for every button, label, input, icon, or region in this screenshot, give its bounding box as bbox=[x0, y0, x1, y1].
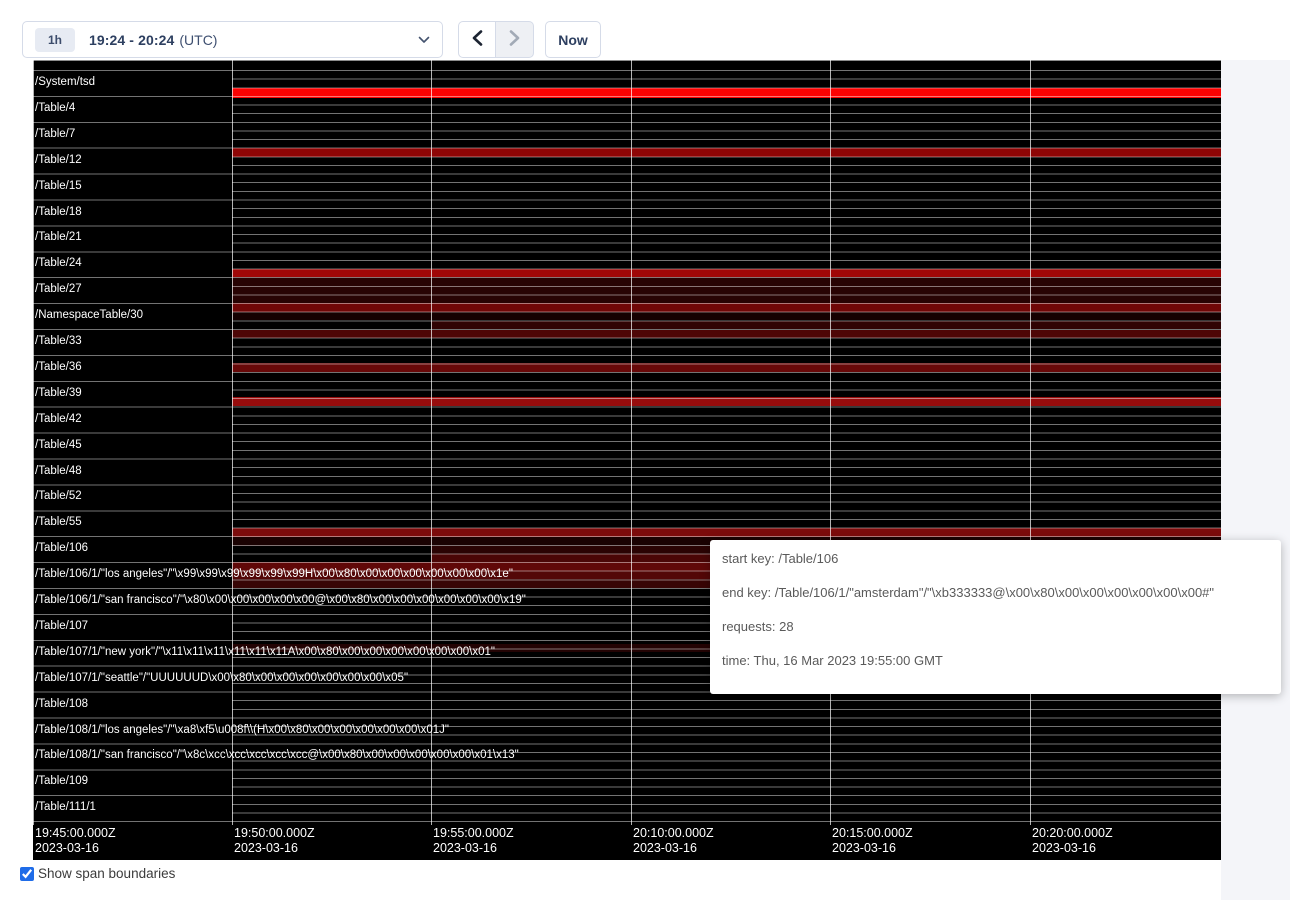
tick-time: 19:50:00.000Z bbox=[234, 826, 315, 841]
span-tooltip: start key: /Table/106 end key: /Table/10… bbox=[710, 540, 1281, 694]
span-label: /Table/108/1/"los angeles"/"\xa8\xf5\u00… bbox=[35, 724, 449, 737]
time-axis-tick: 20:20:00.000Z2023-03-16 bbox=[1032, 826, 1113, 856]
tooltip-start-key: start key: /Table/106 bbox=[722, 552, 1281, 566]
time-gridline bbox=[631, 60, 632, 825]
tick-time: 19:45:00.000Z bbox=[35, 826, 116, 841]
tick-date: 2023-03-16 bbox=[832, 841, 913, 856]
tick-time: 20:20:00.000Z bbox=[1032, 826, 1113, 841]
time-axis-tick: 19:45:00.000Z2023-03-16 bbox=[35, 826, 116, 856]
chevron-down-icon bbox=[418, 36, 430, 44]
span-label: /Table/106 bbox=[35, 542, 88, 555]
time-gridline bbox=[232, 60, 233, 825]
tick-time: 19:55:00.000Z bbox=[433, 826, 514, 841]
time-gridline bbox=[431, 60, 432, 825]
chart-top-boundary-line bbox=[33, 60, 1221, 61]
time-axis-tick: 20:10:00.000Z2023-03-16 bbox=[633, 826, 714, 856]
chevron-left-icon bbox=[472, 30, 483, 49]
span-label: /Table/55 bbox=[35, 516, 82, 529]
time-gridline bbox=[830, 60, 831, 825]
tooltip-requests: requests: 28 bbox=[722, 620, 1281, 634]
tick-date: 2023-03-16 bbox=[433, 841, 514, 856]
span-label: /Table/106/1/"los angeles"/"\x99\x99\x99… bbox=[35, 568, 513, 581]
time-axis-tick: 20:15:00.000Z2023-03-16 bbox=[832, 826, 913, 856]
time-nav-group bbox=[458, 21, 534, 58]
span-label: /Table/52 bbox=[35, 490, 82, 503]
span-label: /Table/4 bbox=[35, 102, 75, 115]
span-label: /Table/12 bbox=[35, 154, 82, 167]
span-label: /Table/107/1/"new york"/"\x11\x11\x11\x1… bbox=[35, 646, 495, 659]
span-label: /Table/24 bbox=[35, 257, 82, 270]
duration-badge: 1h bbox=[35, 28, 75, 52]
tick-date: 2023-03-16 bbox=[234, 841, 315, 856]
time-axis-tick: 19:55:00.000Z2023-03-16 bbox=[433, 826, 514, 856]
keyviz-chart[interactable]: /System/tsd/Table/4/Table/7/Table/12/Tab… bbox=[33, 60, 1221, 860]
span-label: /Table/45 bbox=[35, 439, 82, 452]
page-background-strip bbox=[1221, 60, 1290, 900]
tick-date: 2023-03-16 bbox=[35, 841, 116, 856]
span-label: /Table/42 bbox=[35, 413, 82, 426]
tick-date: 2023-03-16 bbox=[1032, 841, 1113, 856]
span-label: /Table/36 bbox=[35, 361, 82, 374]
span-label: /Table/39 bbox=[35, 387, 82, 400]
span-label: /Table/15 bbox=[35, 180, 82, 193]
span-label: /Table/108 bbox=[35, 698, 88, 711]
chevron-right-icon bbox=[509, 30, 520, 49]
show-span-boundaries-checkbox[interactable] bbox=[20, 867, 34, 881]
span-label: /Table/107 bbox=[35, 620, 88, 633]
span-label: /NamespaceTable/30 bbox=[35, 309, 143, 322]
span-label: /Table/21 bbox=[35, 231, 82, 244]
tick-time: 20:10:00.000Z bbox=[633, 826, 714, 841]
time-axis-tick: 19:50:00.000Z2023-03-16 bbox=[234, 826, 315, 856]
previous-window-button[interactable] bbox=[458, 21, 496, 58]
tooltip-time: time: Thu, 16 Mar 2023 19:55:00 GMT bbox=[722, 654, 1281, 668]
timezone-label: (UTC) bbox=[179, 32, 217, 48]
span-label: /Table/111/1 bbox=[35, 801, 96, 814]
tick-date: 2023-03-16 bbox=[633, 841, 714, 856]
span-label: /Table/107/1/"seattle"/"UUUUUUD\x00\x80\… bbox=[35, 672, 408, 685]
time-gridline bbox=[1030, 60, 1031, 825]
show-span-boundaries-control: Show span boundaries bbox=[20, 866, 175, 881]
next-window-button[interactable] bbox=[496, 21, 534, 58]
key-visualizer-page: 1h 19:24 - 20:24 (UTC) Now /System/tsd/T… bbox=[0, 0, 1290, 900]
span-label: /Table/108/1/"san francisco"/"\x8c\xcc\x… bbox=[35, 749, 519, 762]
time-window-select[interactable]: 1h 19:24 - 20:24 (UTC) bbox=[22, 21, 443, 58]
now-button[interactable]: Now bbox=[545, 21, 601, 58]
span-label: /Table/48 bbox=[35, 465, 82, 478]
span-label: /System/tsd bbox=[35, 76, 95, 89]
tooltip-end-key: end key: /Table/106/1/"amsterdam"/"\xb33… bbox=[722, 586, 1281, 600]
span-label: /Table/33 bbox=[35, 335, 82, 348]
span-label: /Table/106/1/"san francisco"/"\x80\x00\x… bbox=[35, 594, 526, 607]
span-label: /Table/109 bbox=[35, 775, 88, 788]
span-label: /Table/27 bbox=[35, 283, 82, 296]
span-label: /Table/18 bbox=[35, 206, 82, 219]
span-label: /Table/7 bbox=[35, 128, 75, 141]
tick-time: 20:15:00.000Z bbox=[832, 826, 913, 841]
time-gridline bbox=[33, 60, 34, 825]
time-range-label: 19:24 - 20:24 bbox=[89, 32, 174, 48]
span-boundary-lines bbox=[232, 70, 1221, 826]
show-span-boundaries-label: Show span boundaries bbox=[38, 866, 175, 881]
